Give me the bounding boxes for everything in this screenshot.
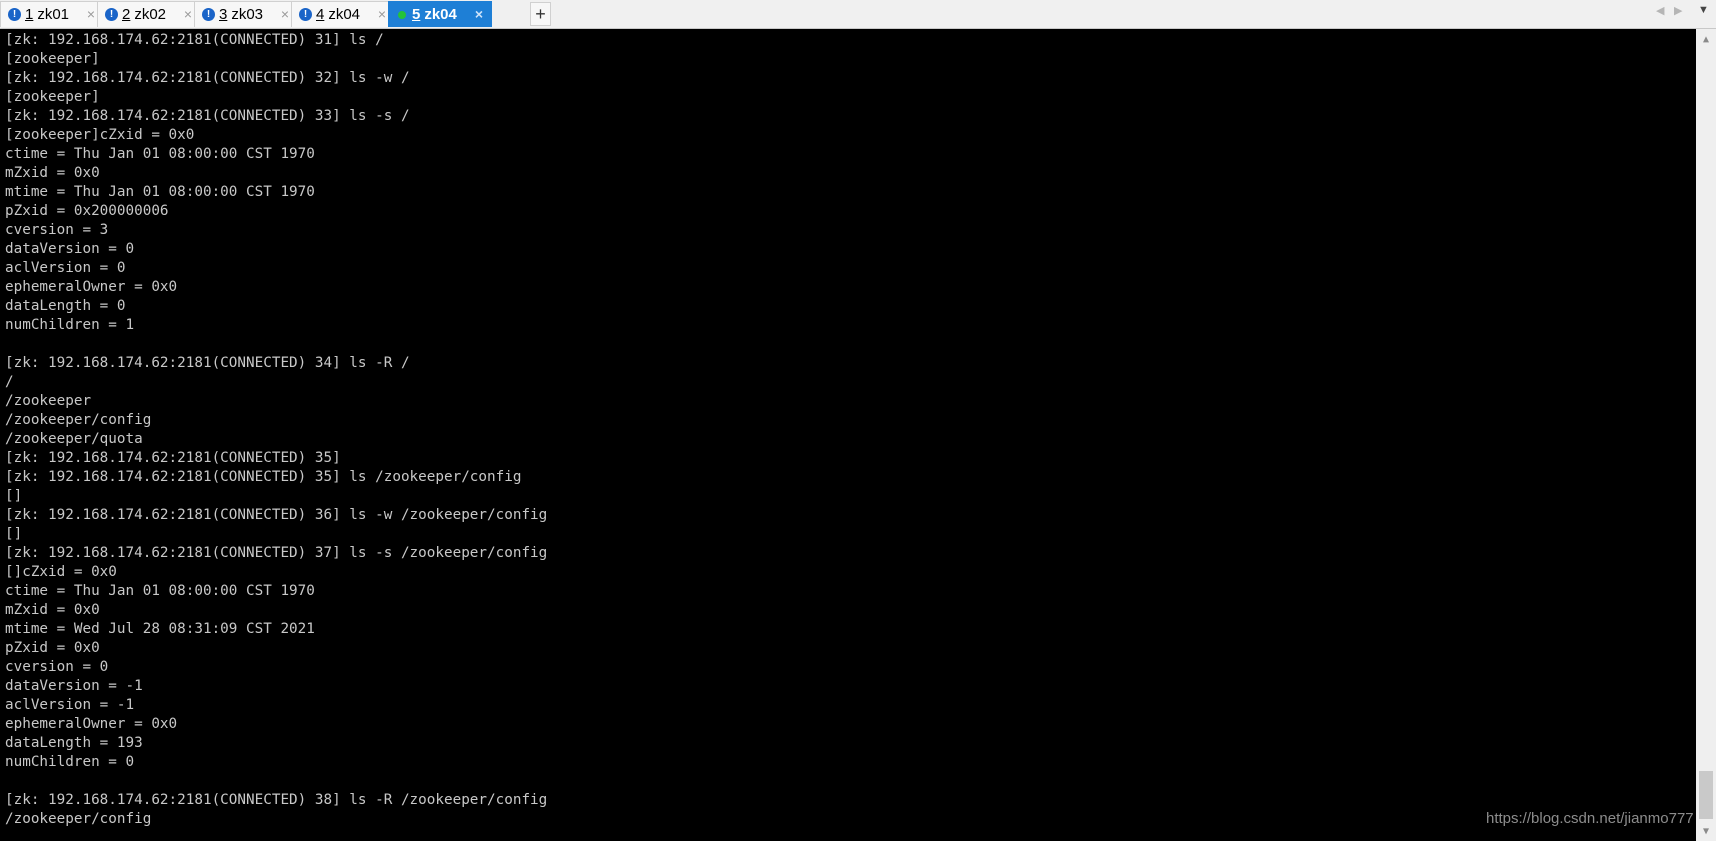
tab-list-dropdown-icon[interactable]: ▼ <box>1698 4 1709 16</box>
tab-label: zk04 <box>328 6 361 23</box>
terminal-line: cversion = 3 <box>5 222 109 238</box>
scroll-thumb[interactable] <box>1699 771 1713 819</box>
warning-icon: ! <box>299 8 312 21</box>
terminal-line: numChildren = 1 <box>5 317 135 333</box>
connected-dot-icon <box>398 10 406 19</box>
terminal-line: pZxid = 0x200000006 <box>5 203 169 219</box>
tab-zk04-active[interactable]: 5 zk04 × <box>388 1 492 27</box>
tab-number: 3 <box>219 6 228 23</box>
terminal-line: [zk: 192.168.174.62:2181(CONNECTED) 32] … <box>5 70 410 86</box>
terminal-line: [zookeeper] <box>5 89 100 105</box>
terminal-line: [] <box>5 488 23 504</box>
terminal-line: mtime = Thu Jan 01 08:00:00 CST 1970 <box>5 184 315 200</box>
watermark: https://blog.csdn.net/jianmo777 <box>1486 810 1694 827</box>
terminal-line: aclVersion = 0 <box>5 260 126 276</box>
close-icon[interactable]: × <box>475 6 483 22</box>
terminal-line: mtime = Wed Jul 28 08:31:09 CST 2021 <box>5 621 315 637</box>
terminal-line: cversion = 0 <box>5 659 109 675</box>
scroll-up-icon[interactable]: ▲ <box>1696 31 1716 47</box>
terminal-line: [zk: 192.168.174.62:2181(CONNECTED) 34] … <box>5 355 410 371</box>
vertical-scrollbar[interactable]: ▲ ▼ <box>1696 29 1716 841</box>
tab-label: zk02 <box>134 6 167 23</box>
terminal-line: aclVersion = -1 <box>5 697 135 713</box>
terminal-line: [zk: 192.168.174.62:2181(CONNECTED) 37] … <box>5 545 548 561</box>
terminal-line: /zookeeper/quota <box>5 431 143 447</box>
terminal-line: dataLength = 0 <box>5 298 126 314</box>
terminal-line: / <box>5 374 14 390</box>
tab-scroll-right-icon[interactable]: ▶ <box>1674 4 1682 17</box>
tab-label: zk03 <box>231 6 264 23</box>
new-tab-button[interactable]: + <box>530 2 551 26</box>
terminal-line: dataVersion = -1 <box>5 678 143 694</box>
scroll-down-icon[interactable]: ▼ <box>1696 823 1716 839</box>
terminal-output[interactable]: [zk: 192.168.174.62:2181(CONNECTED) 31] … <box>5 31 1691 839</box>
terminal-line: /zookeeper <box>5 393 92 409</box>
terminal-line: [zk: 192.168.174.62:2181(CONNECTED) 35] … <box>5 469 522 485</box>
tab-number: 1 <box>25 6 34 23</box>
warning-icon: ! <box>105 8 118 21</box>
terminal-line: [zookeeper]cZxid = 0x0 <box>5 127 195 143</box>
tab-number: 4 <box>316 6 325 23</box>
tab-label: zk01 <box>37 6 70 23</box>
terminal-line: []cZxid = 0x0 <box>5 564 117 580</box>
tab-label: zk04 <box>424 6 457 23</box>
close-icon[interactable]: × <box>184 6 192 22</box>
tab-bar: ! 1 zk01 × ! 2 zk02 × ! 3 zk03 × ! 4 zk0… <box>0 0 1716 29</box>
terminal-line: [zookeeper] <box>5 51 100 67</box>
tab-zk04[interactable]: ! 4 zk04 × <box>291 1 395 27</box>
tab-number: 5 <box>412 6 421 23</box>
close-icon[interactable]: × <box>87 6 95 22</box>
tab-zk01[interactable]: ! 1 zk01 × <box>0 1 104 27</box>
terminal-line: mZxid = 0x0 <box>5 165 100 181</box>
terminal-line: mZxid = 0x0 <box>5 602 100 618</box>
terminal-line: ctime = Thu Jan 01 08:00:00 CST 1970 <box>5 583 315 599</box>
warning-icon: ! <box>8 8 21 21</box>
warning-icon: ! <box>202 8 215 21</box>
terminal-line: /zookeeper/config <box>5 412 152 428</box>
terminal-line: [zk: 192.168.174.62:2181(CONNECTED) 35] <box>5 450 341 466</box>
terminal-line: pZxid = 0x0 <box>5 640 100 656</box>
terminal-line: [] <box>5 526 23 542</box>
tab-zk02[interactable]: ! 2 zk02 × <box>97 1 201 27</box>
tab-zk03[interactable]: ! 3 zk03 × <box>194 1 298 27</box>
close-icon[interactable]: × <box>378 6 386 22</box>
terminal-line: [zk: 192.168.174.62:2181(CONNECTED) 36] … <box>5 507 548 523</box>
tab-number: 2 <box>122 6 131 23</box>
terminal-line: [zk: 192.168.174.62:2181(CONNECTED) 38] … <box>5 792 548 808</box>
terminal-line: numChildren = 0 <box>5 754 135 770</box>
terminal-line: ctime = Thu Jan 01 08:00:00 CST 1970 <box>5 146 315 162</box>
terminal-line: ephemeralOwner = 0x0 <box>5 716 178 732</box>
terminal-line: dataLength = 193 <box>5 735 143 751</box>
terminal-line: ephemeralOwner = 0x0 <box>5 279 178 295</box>
terminal-line: dataVersion = 0 <box>5 241 135 257</box>
terminal-line: [zk: 192.168.174.62:2181(CONNECTED) 33] … <box>5 108 410 124</box>
terminal-line: /zookeeper/config <box>5 811 152 827</box>
tab-scroll-left-icon[interactable]: ◀ <box>1656 4 1664 17</box>
close-icon[interactable]: × <box>281 6 289 22</box>
terminal-line: [zk: 192.168.174.62:2181(CONNECTED) 31] … <box>5 32 384 48</box>
